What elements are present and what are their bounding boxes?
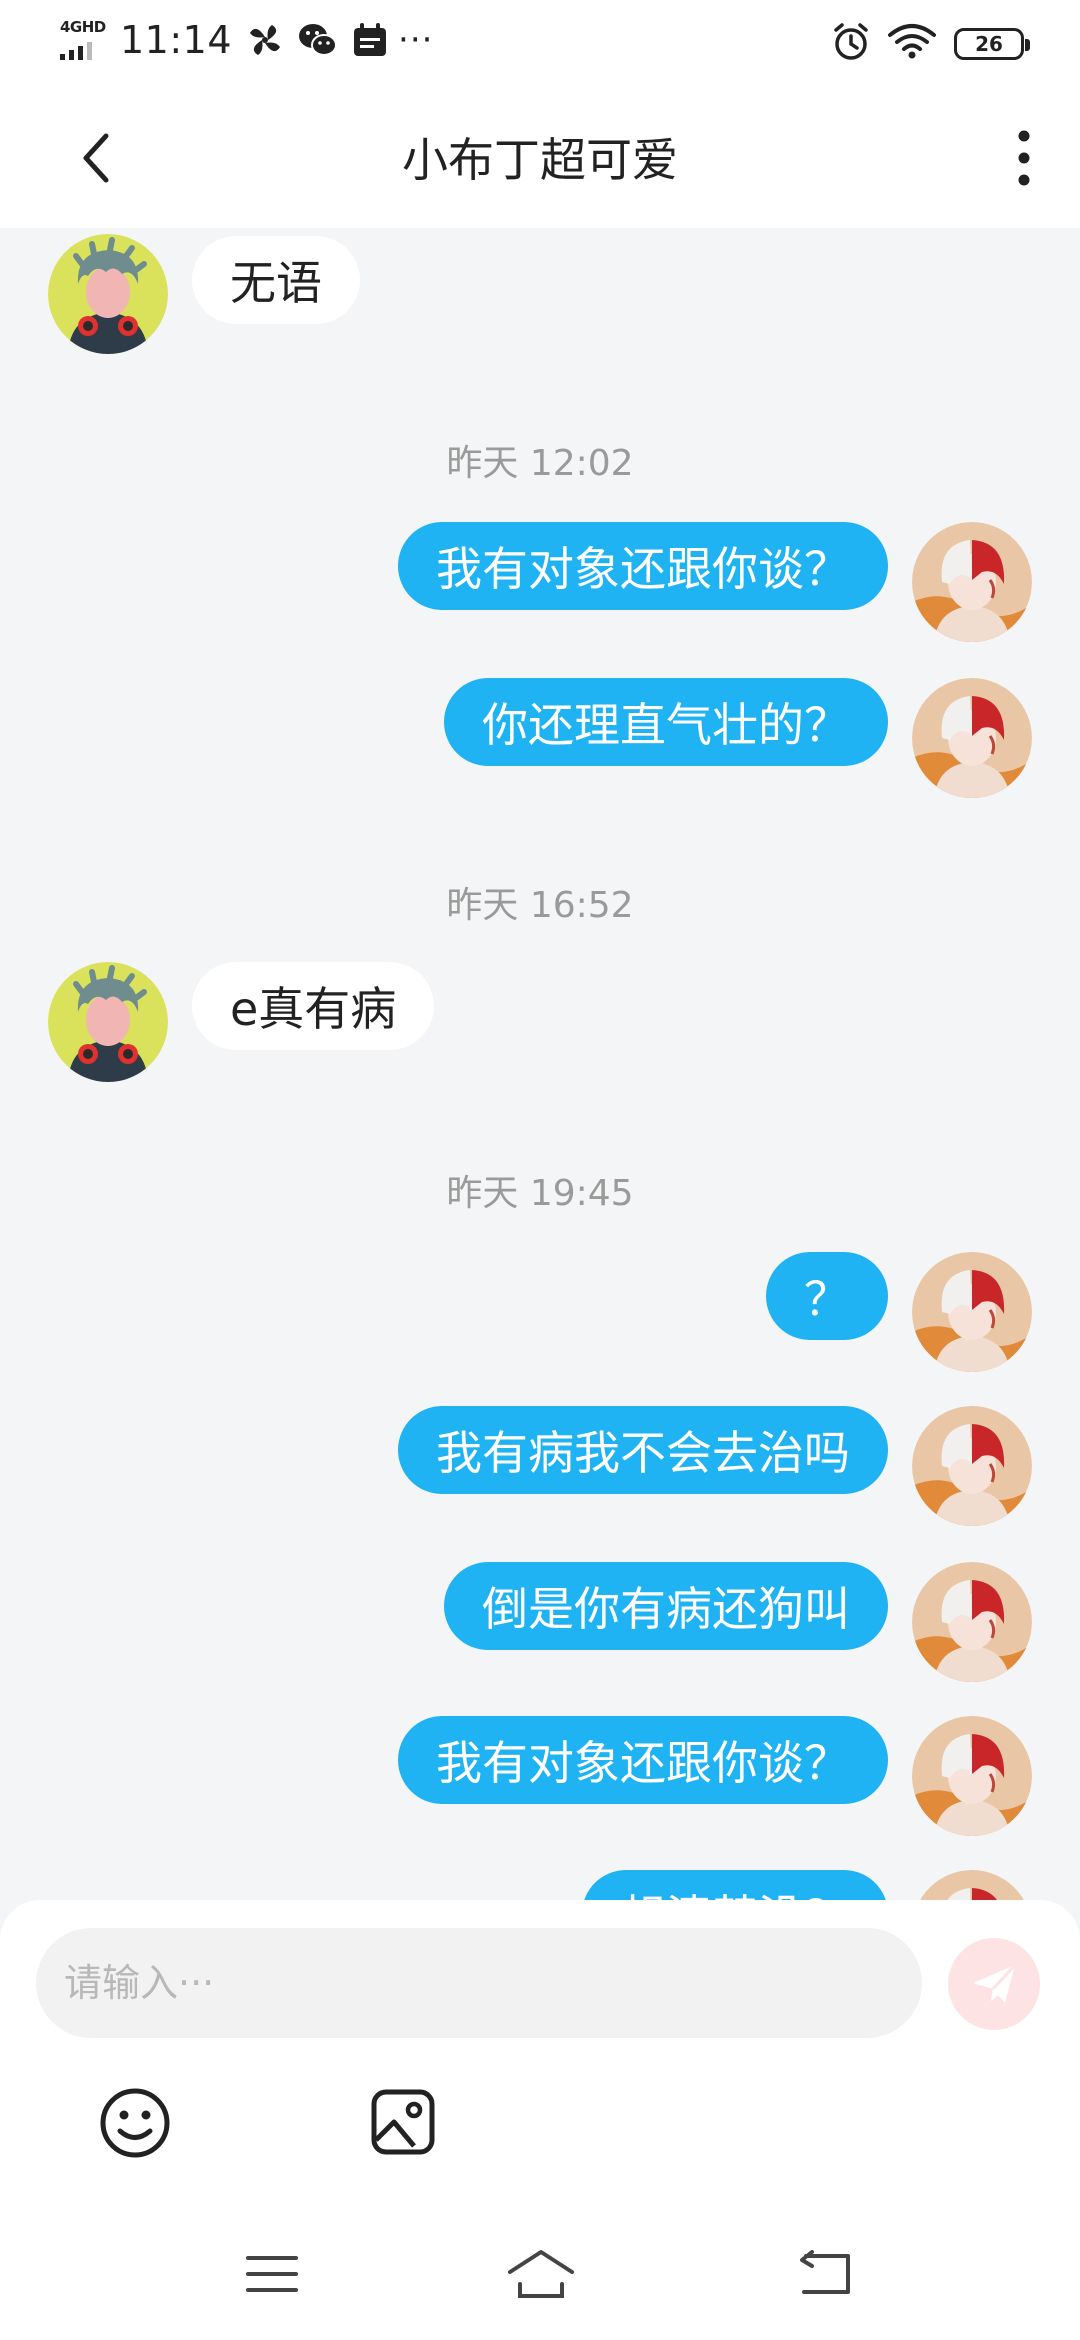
- contact-avatar[interactable]: [48, 962, 168, 1082]
- message-input[interactable]: [36, 1928, 922, 2038]
- my-avatar[interactable]: [912, 1870, 1032, 1900]
- message-bubble[interactable]: e真有病: [192, 962, 435, 1050]
- my-avatar[interactable]: [912, 1406, 1032, 1526]
- image-button[interactable]: [370, 2086, 436, 2158]
- message-bubble[interactable]: 我有对象还跟你谈？: [398, 1716, 888, 1804]
- message-bubble[interactable]: 我有病我不会去治吗: [398, 1406, 888, 1494]
- status-time: 11:14: [120, 18, 233, 62]
- my-avatar[interactable]: [912, 678, 1032, 798]
- image-icon: [371, 2089, 435, 2155]
- calendar-icon: [352, 22, 388, 58]
- message-bubble[interactable]: 倒是你有病还狗叫: [444, 1562, 888, 1650]
- smiley-icon: [100, 2088, 170, 2158]
- message-list[interactable]: 无语 昨天 12:02 我有对象还跟你谈？ 你还理直气壮的？ 昨天 16:52 …: [0, 228, 1080, 1900]
- emoji-button[interactable]: [98, 2086, 172, 2160]
- home-icon: [508, 2250, 574, 2298]
- wechat-icon: [298, 21, 338, 59]
- network-type-label: 4GHD: [60, 18, 106, 36]
- send-button[interactable]: [948, 1938, 1040, 2030]
- more-notifications-indicator: ···: [398, 20, 434, 60]
- pinwheel-icon: [246, 21, 284, 59]
- contact-avatar[interactable]: [48, 234, 168, 354]
- hamburger-icon: [246, 2256, 298, 2292]
- timestamp-divider: 昨天 12:02: [446, 443, 634, 484]
- return-icon: [800, 2250, 850, 2294]
- my-avatar[interactable]: [912, 1562, 1032, 1682]
- my-avatar[interactable]: [912, 1252, 1032, 1372]
- message-bubble[interactable]: 我有对象还跟你谈？: [398, 522, 888, 610]
- paper-plane-icon: [973, 1963, 1017, 2003]
- timestamp-divider: 昨天 16:52: [446, 885, 634, 926]
- system-menu-button[interactable]: [246, 2254, 298, 2294]
- message-bubble[interactable]: ？: [766, 1252, 888, 1340]
- system-home-button[interactable]: [506, 2248, 576, 2300]
- chat-title: 小布丁超可爱: [402, 133, 678, 187]
- message-bubble[interactable]: 想清楚没？: [582, 1870, 888, 1900]
- timestamp-divider: 昨天 19:45: [446, 1173, 634, 1214]
- wifi-icon: [888, 23, 936, 65]
- status-bar: 4GHD 11:14 ··· 26: [0, 0, 1080, 84]
- my-avatar[interactable]: [912, 1716, 1032, 1836]
- message-bubble[interactable]: 你还理直气壮的？: [444, 678, 888, 766]
- more-options-button[interactable]: [1012, 128, 1036, 188]
- chat-header: 小布丁超可爱: [0, 84, 1080, 228]
- my-avatar[interactable]: [912, 522, 1032, 642]
- cellular-signal-icon: 4GHD: [58, 18, 110, 62]
- message-bubble[interactable]: 无语: [192, 236, 360, 324]
- battery-indicator: 26: [954, 28, 1030, 60]
- more-vertical-icon: [1018, 130, 1030, 186]
- alarm-icon: [832, 22, 870, 66]
- system-back-button[interactable]: [796, 2250, 854, 2296]
